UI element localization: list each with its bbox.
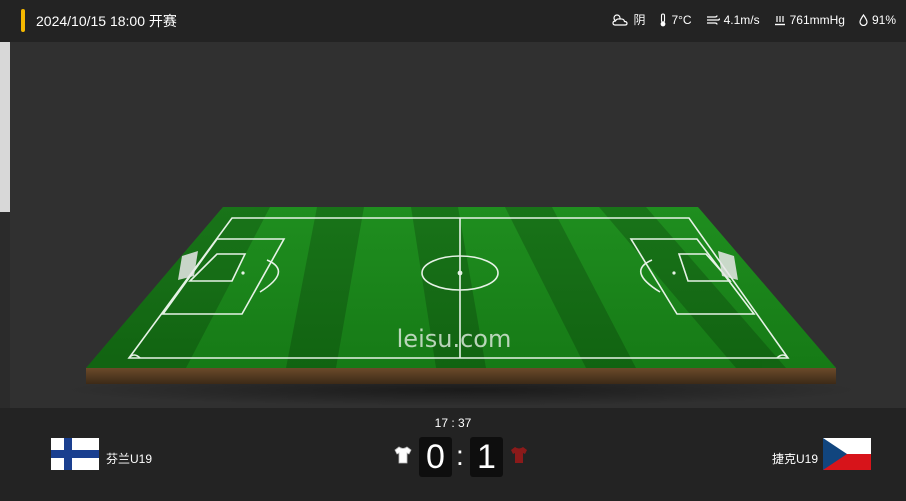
weather-wind: 4.1m/s <box>706 13 760 27</box>
czech-flag-icon <box>823 438 871 470</box>
pressure-icon <box>774 14 786 26</box>
wind-text: 4.1m/s <box>723 12 760 27</box>
weather-condition: 阴 <box>611 11 645 28</box>
score-separator: : <box>456 440 464 471</box>
away-score: 1 <box>470 437 503 477</box>
kickoff-datetime: 2024/10/15 18:00 开赛 <box>36 13 177 29</box>
humidity-text: 91% <box>871 12 896 27</box>
weather-temperature: 7°C <box>659 12 692 27</box>
weather-humidity: 91% <box>859 13 896 27</box>
weather-pressure: 761mmHg <box>774 13 845 27</box>
weather-bar: 阴 7°C 4.1m/s 761mmHg 91% <box>611 11 896 28</box>
home-shirt-icon <box>394 446 412 464</box>
thermometer-icon <box>659 12 667 27</box>
pitch-stage: leisu.com <box>10 42 906 408</box>
temperature-text: 7°C <box>671 12 692 27</box>
football-pitch: leisu.com <box>62 207 862 406</box>
weather-condition-text: 阴 <box>633 13 646 27</box>
cloud-sun-icon <box>611 13 629 27</box>
pitch-watermark: leisu.com <box>397 325 512 353</box>
match-info-bar: 2024/10/15 18:00 开赛 阴 7°C 4.1m/s 761mmHg… <box>0 0 906 42</box>
away-shirt-icon <box>511 447 527 463</box>
finland-flag-icon <box>51 438 99 470</box>
away-team-name[interactable]: 捷克U19 <box>772 450 818 467</box>
water-drop-icon <box>859 13 868 26</box>
match-clock: 17 : 37 <box>434 416 472 430</box>
home-score: 0 <box>419 437 452 477</box>
pressure-text: 761mmHg <box>789 12 845 27</box>
home-team-name[interactable]: 芬兰U19 <box>106 450 152 467</box>
accent-marker <box>21 9 25 32</box>
left-edge-strip <box>0 42 10 212</box>
wind-icon <box>706 14 720 26</box>
